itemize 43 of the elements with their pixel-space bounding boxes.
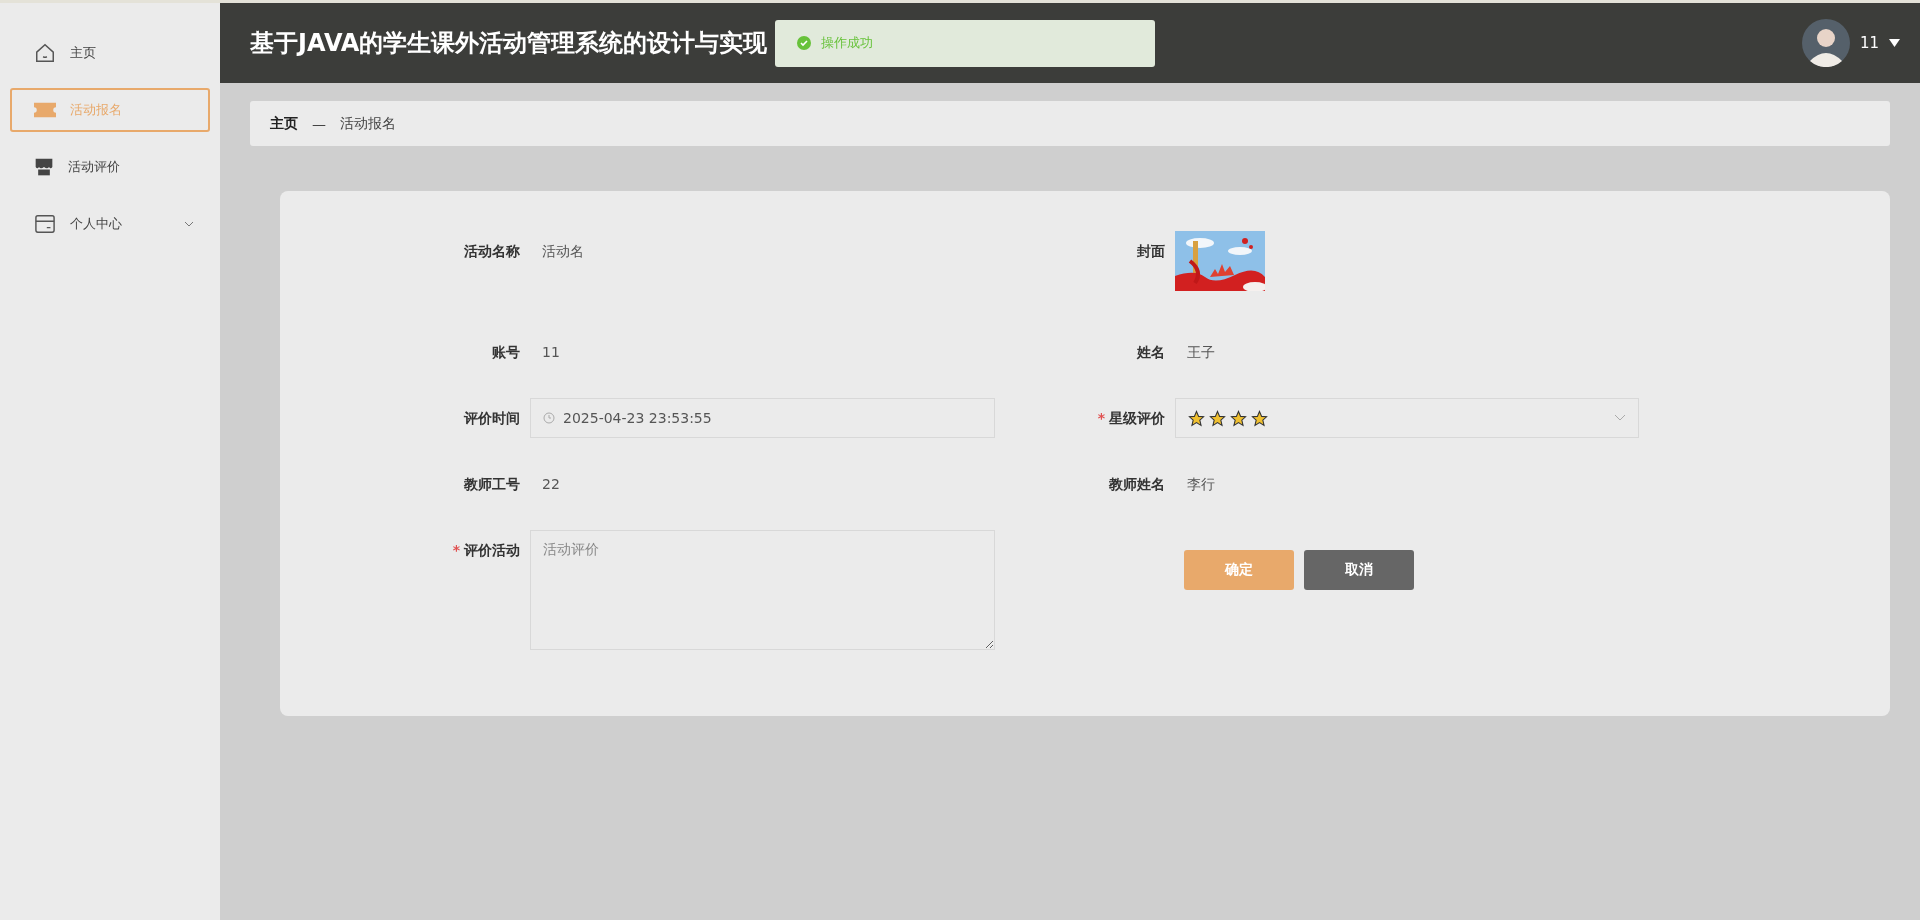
shop-icon (34, 157, 54, 177)
field-label: 封面 (1136, 242, 1166, 261)
app-title: 基于JAVA的学生课外活动管理系统的设计与实现 (250, 28, 768, 59)
star-icon (1230, 409, 1247, 427)
breadcrumb-separator: — (312, 115, 326, 132)
field-value: 李行 (1186, 475, 1215, 494)
field-label: 账号 (491, 343, 521, 362)
field-label: 评价时间 (462, 409, 521, 428)
star-icon (1188, 409, 1205, 427)
breadcrumb-current: 活动报名 (340, 114, 396, 133)
field-value: 22 (541, 475, 560, 494)
star-rating-select[interactable] (1175, 398, 1639, 438)
caret-down-icon[interactable] (1889, 39, 1900, 47)
field-value: 11 (541, 343, 560, 362)
toast-message: 操作成功 (821, 34, 874, 52)
sidebar-item[interactable]: 活动评价 (10, 145, 210, 189)
field-label: 姓名 (1136, 343, 1166, 362)
field-label: * 星级评价 (1096, 409, 1166, 428)
field-label: * 评价活动 (451, 541, 521, 560)
avatar[interactable] (1801, 19, 1850, 67)
chevron-down-icon (184, 221, 194, 227)
field-label: 教师姓名 (1108, 475, 1166, 494)
field-label: 活动名称 (463, 242, 521, 261)
sidebar-item[interactable]: 个人中心 (10, 202, 210, 246)
required-mark: * (1097, 410, 1105, 426)
clock-icon (543, 412, 555, 424)
star-icon (1251, 409, 1268, 427)
user-name[interactable]: 11 (1859, 34, 1879, 52)
field-value: 活动名 (541, 242, 584, 261)
review-textarea[interactable]: 活动评价 (530, 530, 995, 650)
home-icon (34, 42, 56, 64)
breadcrumb-link[interactable]: 主页 (270, 114, 298, 133)
date-time-field[interactable]: 2025-04-23 23:53:55 (530, 398, 995, 438)
star-icon (1209, 409, 1226, 427)
field-value: 王子 (1186, 343, 1215, 362)
ticket-icon (34, 102, 56, 118)
chevron-down-icon (1614, 414, 1626, 422)
field-label: 教师工号 (463, 475, 521, 494)
cancel-button[interactable]: 取消 (1304, 550, 1414, 590)
card-icon (34, 214, 56, 234)
check-circle-icon (797, 36, 812, 50)
required-mark: * (452, 542, 460, 558)
sidebar-item[interactable]: 主页 (10, 31, 210, 75)
